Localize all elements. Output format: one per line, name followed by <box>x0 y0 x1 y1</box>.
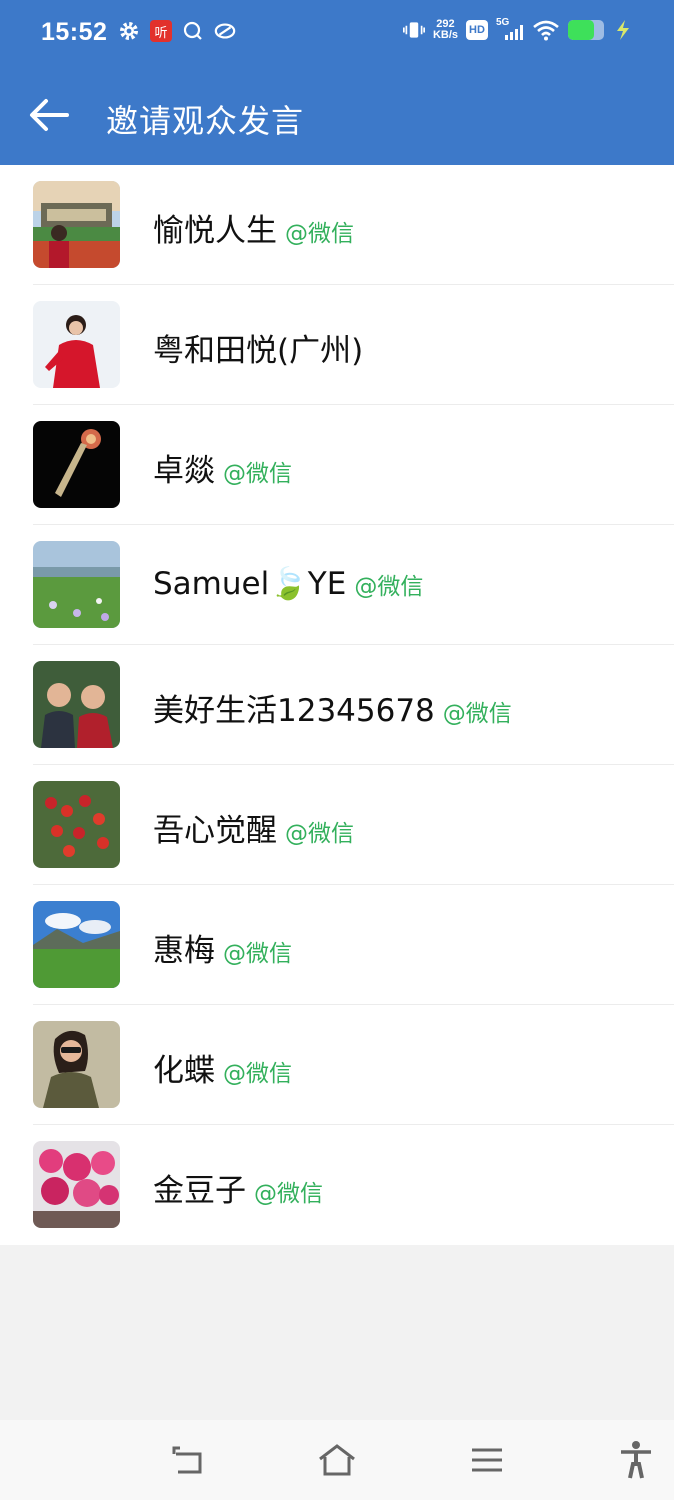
screen: 15:52 听 292 KB/s HD 5G 邀请观众发言 愉悦人生 @微信 粤… <box>0 0 674 1500</box>
battery-fill <box>568 20 594 40</box>
viewer-row[interactable]: 美好生活12345678 @微信 <box>0 645 674 765</box>
viewer-info: 美好生活12345678 @微信 <box>153 685 512 730</box>
network-speed-unit: KB/s <box>432 29 458 41</box>
viewer-row[interactable]: 惠梅 @微信 <box>0 885 674 1005</box>
viewer-info: 化蝶 @微信 <box>153 1045 292 1090</box>
charging-bolt-icon <box>612 19 634 41</box>
accessibility-icon[interactable] <box>612 1436 660 1484</box>
avatar <box>33 781 120 868</box>
wifi-icon <box>532 19 560 41</box>
viewer-source: @微信 <box>285 821 354 847</box>
status-bar: 15:52 听 292 KB/s HD 5G <box>0 0 674 66</box>
viewer-name: 金豆子 <box>153 1173 246 1209</box>
viewer-source: @微信 <box>354 574 424 600</box>
viewer-info: 金豆子 @微信 <box>153 1165 323 1210</box>
system-nav-bar <box>0 1420 674 1500</box>
viewer-info: 惠梅 @微信 <box>153 925 292 970</box>
viewer-name: 惠梅 <box>153 933 215 969</box>
signal-5g-icon: 5G <box>496 17 524 41</box>
sync-app-icon <box>214 20 236 42</box>
viewer-name: 粤和田悦(广州) <box>153 333 364 369</box>
avatar <box>33 181 120 268</box>
viewer-info: 卓燚 @微信 <box>153 445 292 490</box>
viewer-name: 美好生活12345678 <box>153 693 435 729</box>
viewer-name: 化蝶 <box>153 1053 215 1089</box>
viewer-info: 粤和田悦(广州) <box>153 325 363 370</box>
viewer-info: Samuel🍃YE @微信 <box>153 565 423 602</box>
hd-icon: HD <box>466 20 488 40</box>
avatar <box>33 1021 120 1108</box>
avatar <box>33 301 120 388</box>
viewer-row[interactable]: 金豆子 @微信 <box>0 1125 674 1245</box>
viewer-source: @微信 <box>254 1181 323 1207</box>
home-icon[interactable] <box>313 1436 361 1484</box>
app-bar: 邀请观众发言 <box>0 66 674 165</box>
viewer-name: 卓燚 <box>153 453 215 489</box>
chat-bubble-icon <box>182 20 204 42</box>
avatar <box>33 661 120 748</box>
viewer-row[interactable]: 愉悦人生 @微信 <box>0 165 674 285</box>
viewer-row[interactable]: Samuel🍃YE @微信 <box>0 525 674 645</box>
network-speed: 292 KB/s <box>433 19 458 41</box>
viewer-row[interactable]: 粤和田悦(广州) <box>0 285 674 405</box>
viewer-source: @微信 <box>442 701 512 727</box>
status-indicators: 292 KB/s HD 5G <box>402 17 634 41</box>
viewer-name: 吾心觉醒 <box>153 813 277 849</box>
viewer-name: 愉悦人生 <box>153 213 277 249</box>
avatar <box>33 1141 120 1228</box>
header: 15:52 听 292 KB/s HD 5G 邀请观众发言 <box>0 0 674 165</box>
settings-gear-icon <box>118 20 140 42</box>
viewer-list: 愉悦人生 @微信 粤和田悦(广州) 卓燚 @微信 Samuel🍃YE @微信 美… <box>0 165 674 1245</box>
vibrate-icon <box>402 19 425 41</box>
ting-app-icon: 听 <box>150 20 172 42</box>
avatar <box>33 541 120 628</box>
viewer-name: Samuel🍃YE <box>153 566 347 602</box>
viewer-source: @微信 <box>223 1061 292 1087</box>
avatar <box>33 421 120 508</box>
status-time: 15:52 <box>41 18 108 46</box>
viewer-source: @微信 <box>285 221 354 247</box>
viewer-row[interactable]: 吾心觉醒 @微信 <box>0 765 674 885</box>
viewer-row[interactable]: 卓燚 @微信 <box>0 405 674 525</box>
viewer-info: 愉悦人生 @微信 <box>153 205 354 250</box>
back-arrow-icon[interactable] <box>24 90 74 140</box>
viewer-source: @微信 <box>223 461 292 487</box>
viewer-row[interactable]: 化蝶 @微信 <box>0 1005 674 1125</box>
avatar <box>33 901 120 988</box>
back-icon[interactable] <box>164 1436 212 1484</box>
menu-icon[interactable] <box>463 1436 511 1484</box>
viewer-info: 吾心觉醒 @微信 <box>153 805 354 850</box>
signal-5g-label: 5G <box>496 17 510 28</box>
notification-icons: 听 <box>118 20 236 42</box>
page-title: 邀请观众发言 <box>106 102 305 140</box>
viewer-source: @微信 <box>223 941 292 967</box>
battery-icon <box>568 20 604 40</box>
